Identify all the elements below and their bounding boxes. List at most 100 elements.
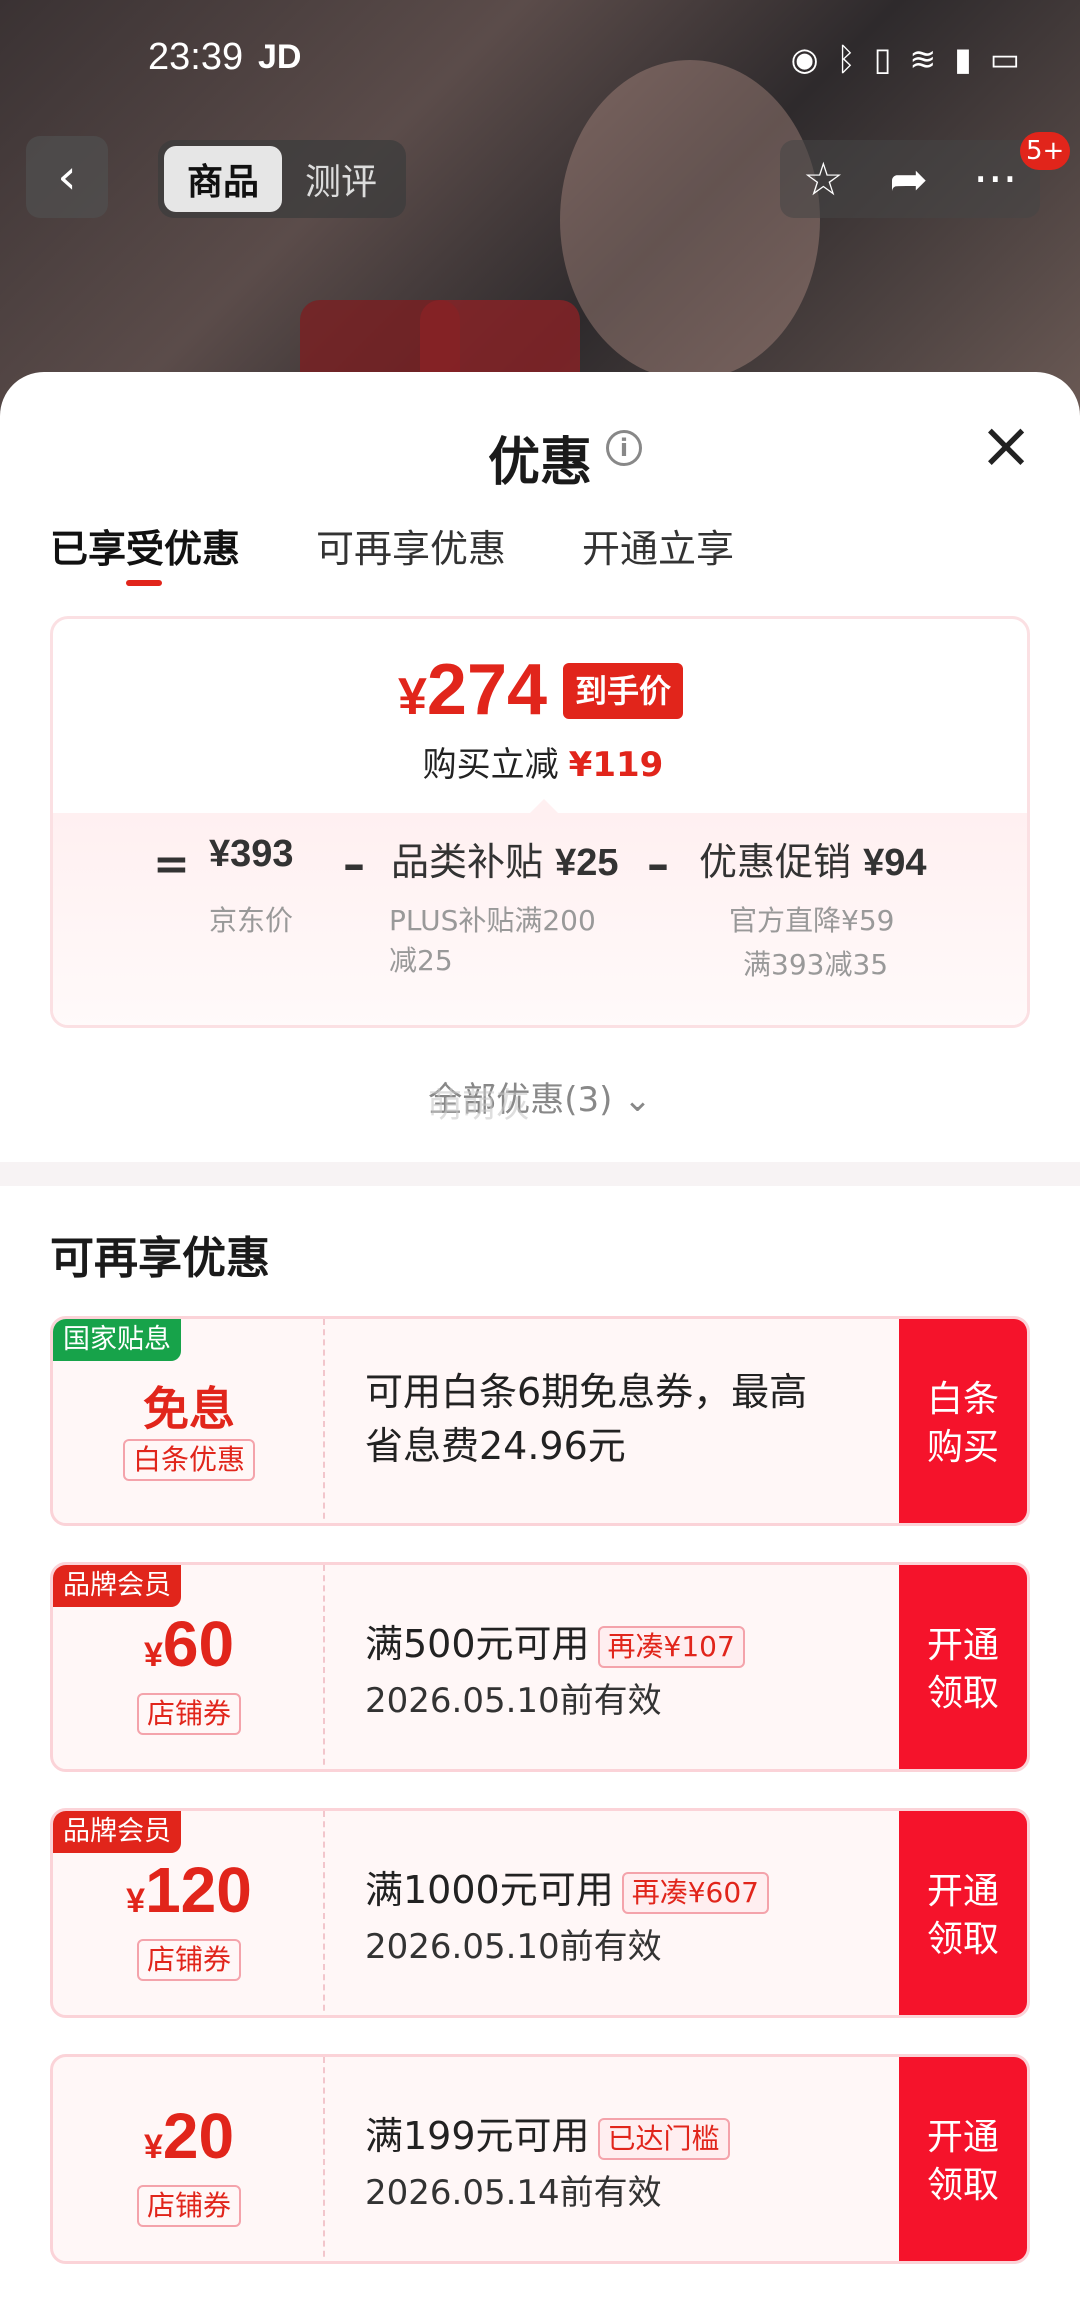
signal-icon: ▮ — [954, 40, 972, 78]
page-tabs: 商品 测评 — [158, 140, 406, 218]
tab-product[interactable]: 商品 — [164, 146, 282, 212]
coupon-card: 品牌会员 ¥120 店铺券 满1000元可用 再凑¥607 2026.05.10前… — [50, 1808, 1030, 2018]
coupon-currency: ¥ — [126, 1882, 146, 1920]
open-and-claim-button[interactable]: 开通 领取 — [899, 1811, 1027, 2015]
coupon-condition: 满199元可用 已达门槛 — [365, 2105, 730, 2160]
coupon-kind: 店铺券 — [53, 1939, 325, 1981]
status-time: 23:39 — [148, 36, 244, 78]
coupon-left: 国家贴息 免息 白条优惠 — [53, 1319, 325, 1523]
chevron-down-icon: ⌄ — [623, 1080, 652, 1120]
tab-enjoyed[interactable]: 已享受优惠 — [50, 518, 240, 586]
coupon-tag: 品牌会员 — [53, 1811, 181, 1853]
coupon-expiry: 2026.05.14前有效 — [365, 2173, 662, 2213]
coupon-condition: 满1000元可用 再凑¥607 — [365, 1859, 769, 1914]
coupon-currency: ¥ — [143, 2128, 163, 2166]
all-promos-toggle[interactable]: 全部优惠(3) ⌄ — [0, 1072, 1080, 1121]
action-line-1: 白条 — [926, 1379, 999, 1420]
promo-tabs: 已享受优惠 可再享优惠 开通立享 — [50, 518, 734, 586]
top-nav: ‹ 商品 测评 ☆ ➦ ··· 5+ — [0, 130, 1080, 230]
back-button[interactable]: ‹ — [26, 136, 108, 218]
coupon-kind-label: 店铺券 — [136, 1939, 241, 1981]
coupon-amount-value: 60 — [162, 1608, 235, 1680]
coupon-kind-label: 白条优惠 — [122, 1439, 255, 1481]
subsidy-note-1: PLUS补贴满200 — [389, 904, 596, 937]
coupon-main: 免息 — [143, 1382, 235, 1436]
coupon-info: 满1000元可用 再凑¥607 2026.05.10前有效 — [365, 1811, 885, 2015]
coupon-gap-pill: 已达门槛 — [597, 2117, 730, 2160]
bluetooth-icon: ᛒ — [836, 40, 856, 78]
message-badge: 5+ — [1020, 132, 1071, 170]
subsidy-label: 品类补贴 — [391, 840, 544, 884]
coupon-left: 品牌会员 ¥60 店铺券 — [53, 1565, 325, 1769]
status-bar: 23:39 JD ◉ ᛒ ▯ ≋ ▮ ▭ — [0, 0, 1080, 120]
coupon-info: 满500元可用 再凑¥107 2026.05.10前有效 — [365, 1565, 885, 1769]
coupon-gap-pill: 再凑¥607 — [621, 1871, 769, 1914]
subsidy: 品类补贴 ¥25 — [391, 831, 619, 886]
coupon-amount: ¥120 — [53, 1853, 325, 1927]
star-icon[interactable]: ☆ — [803, 152, 844, 206]
open-and-claim-button[interactable]: 开通 领取 — [899, 1565, 1027, 1769]
coupon-left: ¥20 店铺券 — [53, 2057, 325, 2261]
coupon-expiry: 2026.05.10前有效 — [365, 1927, 662, 1967]
share-icon[interactable]: ➦ — [889, 152, 928, 206]
coupon-tag: 品牌会员 — [53, 1565, 181, 1607]
equals-sign: = — [153, 839, 190, 890]
coupon-kind: 白条优惠 — [53, 1439, 325, 1481]
coupon-kind: 店铺券 — [53, 2185, 325, 2227]
price-card: ¥274 到手价 购买立减 ¥119 = ¥393 京东价 – 品类补贴 ¥25 … — [50, 616, 1030, 1028]
final-price-tag: 到手价 — [563, 663, 684, 719]
coupon-kind-label: 店铺券 — [136, 2185, 241, 2227]
close-icon: × — [979, 409, 1033, 483]
promo-note-2: 满393减35 — [743, 948, 889, 981]
coupon-condition-text: 满500元可用 — [365, 1622, 590, 1666]
currency-symbol: ¥ — [398, 668, 427, 726]
final-price-value: 274 — [426, 650, 548, 730]
status-icons: ◉ ᛒ ▯ ≋ ▮ ▭ — [791, 40, 1020, 78]
action-line-2: 领取 — [926, 1919, 999, 1960]
tab-open-to-enjoy[interactable]: 开通立享 — [582, 518, 734, 573]
promo-note-1: 官方直降¥59 — [729, 904, 895, 937]
coupon-condition-text: 满1000元可用 — [365, 1868, 614, 1912]
coupon-kind: 店铺券 — [53, 1693, 325, 1735]
action-line-1: 开通 — [926, 1625, 999, 1666]
status-app-name: JD — [258, 38, 302, 76]
coupon-card: 国家贴息 免息 白条优惠 可用白条6期免息券，最高 省息费24.96元 白条 购买 — [50, 1316, 1030, 1526]
coupon-card: 品牌会员 ¥60 店铺券 满500元可用 再凑¥107 2026.05.10前有效… — [50, 1562, 1030, 1772]
watermark: 萌萌灰 — [428, 1086, 530, 1126]
section-title: 可再享优惠 — [50, 1233, 270, 1284]
nav-actions: ☆ ➦ ··· — [780, 140, 1040, 218]
jd-price-value: ¥393 — [209, 833, 294, 875]
coupon-amount: ¥60 — [53, 1607, 325, 1681]
minus-sign: – — [647, 839, 669, 890]
baitiao-buy-button[interactable]: 白条 购买 — [899, 1319, 1027, 1523]
coupon-info: 满199元可用 已达门槛 2026.05.14前有效 — [365, 2057, 885, 2261]
coupon-tag: 国家贴息 — [53, 1319, 181, 1361]
promotion-sheet: 优惠 i × 已享受优惠 可再享优惠 开通立享 ¥274 到手价 购买立减 ¥11… — [0, 372, 1080, 2310]
coupon-left: 品牌会员 ¥120 店铺券 — [53, 1811, 325, 2015]
close-button[interactable]: × — [976, 414, 1036, 478]
action-line-1: 开通 — [926, 1871, 999, 1912]
coupon-condition: 满500元可用 再凑¥107 — [365, 1613, 745, 1668]
more-icon[interactable]: ··· — [973, 152, 1017, 206]
battery-icon: ▭ — [989, 40, 1020, 78]
reduce-value: ¥119 — [568, 745, 664, 785]
tab-review[interactable]: 测评 — [282, 146, 400, 212]
promo: 优惠促销 ¥94 — [699, 831, 927, 886]
info-icon[interactable]: i — [606, 430, 642, 466]
coupon-card: ¥20 店铺券 满199元可用 已达门槛 2026.05.14前有效 开通领取 — [50, 2054, 1030, 2264]
subsidy-note-2: 减25 — [389, 944, 453, 977]
coupon-amount-value: 120 — [145, 1854, 252, 1926]
action-line-2: 领取 — [926, 1673, 999, 1714]
coupon-desc-1: 可用白条6期免息券，最高 — [365, 1370, 808, 1414]
coupon-amount-value: 20 — [162, 2100, 235, 2172]
action-line-1: 开通 — [926, 2117, 999, 2158]
tab-more-available[interactable]: 可再享优惠 — [316, 518, 506, 573]
eye-icon: ◉ — [790, 40, 819, 78]
section-divider — [0, 1162, 1080, 1186]
minus-sign: – — [343, 839, 365, 890]
action-line-2: 领取 — [926, 2165, 999, 2206]
open-and-claim-button[interactable]: 开通 领取 — [899, 2057, 1027, 2261]
coupon-info: 可用白条6期免息券，最高 省息费24.96元 — [365, 1319, 885, 1523]
sheet-title: 优惠 — [487, 433, 592, 493]
jd-price: ¥393 — [209, 831, 294, 876]
